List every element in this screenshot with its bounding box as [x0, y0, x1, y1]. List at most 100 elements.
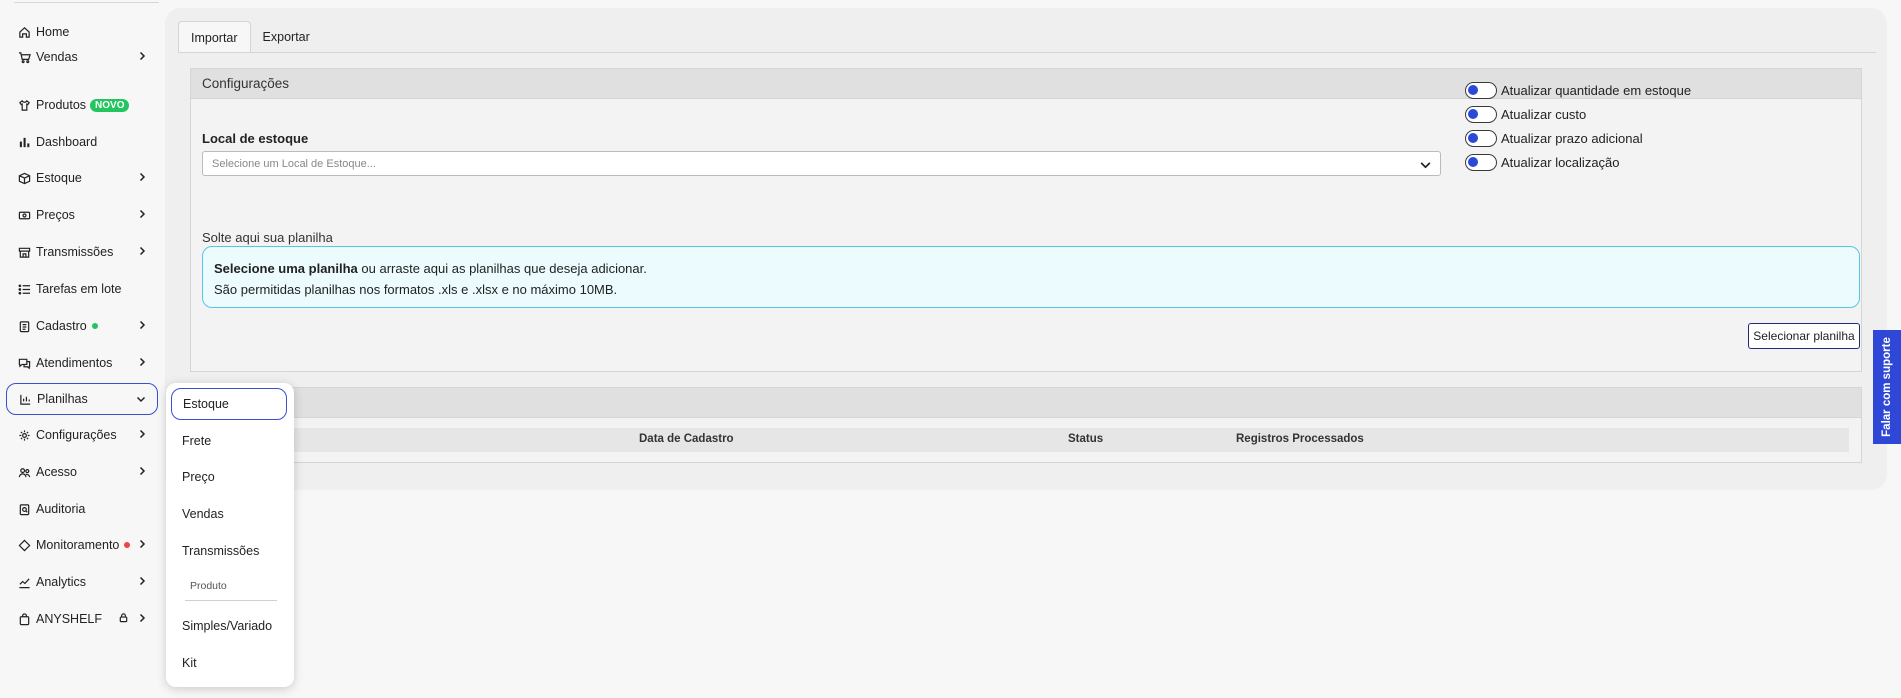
- toggle-label: Atualizar prazo adicional: [1501, 130, 1643, 146]
- toggle-knob: [1468, 84, 1478, 95]
- toggle-update-quantity[interactable]: [1465, 81, 1497, 99]
- sidebar-item-label: Analytics: [36, 575, 87, 589]
- toggle-knob: [1468, 108, 1478, 119]
- imports-header: Importações: [191, 388, 1861, 418]
- toggle-update-cost[interactable]: [1465, 105, 1497, 123]
- gear-icon: [18, 429, 31, 442]
- sidebar-divider: [14, 2, 159, 3]
- sidebar-item-label: Produtos: [36, 98, 87, 112]
- sidebar-item-atendimentos[interactable]: Atendimentos: [6, 347, 158, 379]
- sidebar-item-label: Estoque: [36, 171, 82, 185]
- submenu-item-simples-variado[interactable]: Simples/Variado: [171, 610, 287, 642]
- sidebar-item-label: Vendas: [36, 50, 78, 64]
- submenu-item-frete[interactable]: Frete: [171, 425, 287, 457]
- toggle-update-lead-time[interactable]: [1465, 129, 1497, 147]
- sidebar-item-label: ANYSHELF: [36, 612, 102, 626]
- chevron-down-icon: [1420, 162, 1431, 169]
- spreadsheet-icon: [19, 393, 32, 406]
- select-spreadsheet-button[interactable]: Selecionar planilha: [1748, 323, 1860, 349]
- chevron-right-icon: [139, 539, 146, 549]
- tab-bar: Importar Exportar: [178, 21, 322, 53]
- sidebar-item-estoque[interactable]: Estoque: [6, 162, 158, 194]
- main-panel: Importar Exportar Configurações Local de…: [165, 8, 1887, 490]
- analytics-icon: [18, 576, 31, 589]
- dropzone-instruction: ou arraste aqui as planilhas que deseja …: [357, 261, 647, 276]
- sidebar-item-precos[interactable]: Preços: [6, 199, 158, 231]
- audit-icon: [18, 503, 31, 516]
- toggle-row-custo: Atualizar custo: [1465, 104, 1586, 124]
- chat-icon: [18, 357, 31, 370]
- dropzone-label: Solte aqui sua planilha: [202, 230, 333, 245]
- imports-table-header: Data de Cadastro Status Registros Proces…: [203, 428, 1849, 452]
- sidebar-item-anyshelf[interactable]: ANYSHELF: [6, 603, 158, 635]
- support-button[interactable]: Falar com suporte: [1873, 330, 1901, 444]
- chevron-right-icon: [139, 466, 146, 476]
- list-icon: [18, 283, 31, 296]
- sidebar-item-planilhas[interactable]: Planilhas: [6, 383, 158, 415]
- status-dot-red: [124, 542, 131, 548]
- sidebar-item-label: Auditoria: [36, 502, 86, 516]
- sidebar-item-label: Cadastro: [36, 319, 87, 333]
- sidebar-item-configuracoes[interactable]: Configurações: [6, 419, 158, 451]
- chevron-right-icon: [139, 246, 146, 256]
- chevron-right-icon: [139, 209, 146, 219]
- stock-location-select[interactable]: Selecione um Local de Estoque...: [202, 151, 1441, 176]
- config-card: Configurações Local de estoque Selecione…: [190, 68, 1862, 372]
- submenu-divider: [185, 600, 277, 601]
- chevron-right-icon: [139, 172, 146, 182]
- chevron-right-icon: [139, 613, 146, 623]
- submenu-item-estoque[interactable]: Estoque: [171, 388, 287, 420]
- sidebar-item-dashboard[interactable]: Dashboard: [6, 126, 158, 158]
- chevron-right-icon: [139, 429, 146, 439]
- users-icon: [18, 466, 31, 479]
- toggle-label: Atualizar localização: [1501, 154, 1620, 170]
- submenu-item-transmissoes[interactable]: Transmissões: [171, 535, 287, 567]
- stock-location-label: Local de estoque: [202, 131, 309, 146]
- submenu-item-vendas[interactable]: Vendas: [171, 498, 287, 530]
- planilhas-submenu: Estoque Frete Preço Vendas Transmissões …: [166, 383, 294, 687]
- column-header-status: Status: [1068, 433, 1104, 445]
- dropzone-select-link[interactable]: Selecione uma planilha: [214, 261, 358, 276]
- sidebar-item-label: Configurações: [36, 428, 117, 442]
- column-header-data-cadastro: Data de Cadastro: [639, 433, 734, 445]
- toggle-label: Atualizar quantidade em estoque: [1501, 82, 1692, 98]
- cart-icon: [18, 51, 31, 64]
- sidebar-item-acesso[interactable]: Acesso: [6, 456, 158, 488]
- submenu-section-produto: Produto: [190, 580, 227, 592]
- shirt-icon: [18, 99, 31, 112]
- toggle-row-localizacao: Atualizar localização: [1465, 152, 1620, 172]
- sidebar-item-monitoramento[interactable]: Monitoramento: [6, 529, 158, 561]
- sidebar-item-label: Planilhas: [37, 392, 88, 406]
- home-icon: [18, 26, 31, 39]
- stock-location-placeholder: Selecione um Local de Estoque...: [212, 157, 376, 170]
- chevron-right-icon: [139, 357, 146, 367]
- store-icon: [18, 246, 31, 259]
- sidebar-item-label: Atendimentos: [36, 356, 113, 370]
- tab-importar[interactable]: Importar: [178, 21, 251, 53]
- status-dot-green: [91, 323, 98, 329]
- column-header-registros: Registros Processados: [1236, 433, 1364, 445]
- sidebar: Home Vendas Produtos NOVO Dashboard Esto…: [0, 0, 165, 698]
- sidebar-item-tarefas-em-lote[interactable]: Tarefas em lote: [6, 273, 158, 305]
- sidebar-item-cadastro[interactable]: Cadastro: [6, 310, 158, 342]
- sidebar-item-analytics[interactable]: Analytics: [6, 566, 158, 598]
- tab-exportar[interactable]: Exportar: [251, 21, 322, 53]
- toggle-update-location[interactable]: [1465, 153, 1497, 171]
- toggle-knob: [1468, 132, 1478, 143]
- submenu-item-kit[interactable]: Kit: [171, 647, 287, 679]
- money-icon: [18, 209, 31, 222]
- sidebar-item-vendas[interactable]: Vendas: [6, 41, 158, 73]
- file-dropzone[interactable]: Selecione uma planilha ou arraste aqui a…: [202, 246, 1860, 308]
- sidebar-item-auditoria[interactable]: Auditoria: [6, 493, 158, 525]
- sidebar-item-transmissoes[interactable]: Transmissões: [6, 236, 158, 268]
- new-badge: NOVO: [90, 98, 130, 112]
- imports-card: Importações Data de Cadastro Status Regi…: [190, 387, 1862, 463]
- sidebar-item-label: Preços: [36, 208, 75, 222]
- sidebar-item-produtos[interactable]: Produtos NOVO: [6, 89, 158, 121]
- submenu-item-preco[interactable]: Preço: [171, 461, 287, 493]
- clipboard-icon: [18, 320, 31, 333]
- chevron-down-icon: [136, 396, 146, 403]
- dropzone-line-1: Selecione uma planilha ou arraste aqui a…: [214, 258, 1859, 279]
- lock-icon: [118, 612, 129, 626]
- dropzone-line-2: São permitidas planilhas nos formatos .x…: [214, 282, 618, 297]
